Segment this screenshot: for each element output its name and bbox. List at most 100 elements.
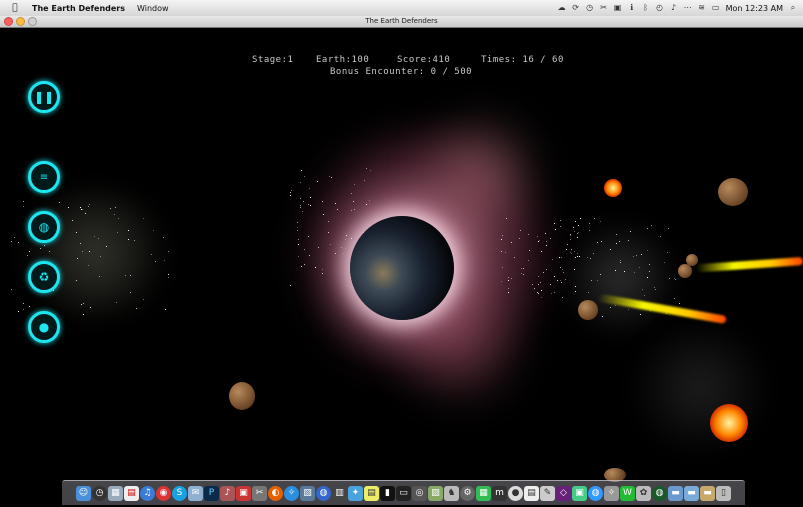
film-icon[interactable]: ▥: [332, 485, 347, 501]
star-speck: [573, 231, 575, 233]
time-machine-icon[interactable]: ◴: [656, 4, 664, 12]
star-speck: [659, 235, 661, 237]
clock-icon[interactable]: ◷: [586, 4, 594, 12]
bluetooth-icon[interactable]: ᛒ: [642, 4, 650, 12]
image-icon[interactable]: ▨: [428, 485, 443, 501]
tools-icon[interactable]: ✂: [600, 4, 608, 12]
downloads-folder-icon[interactable]: ▬: [700, 485, 715, 501]
activity-icon[interactable]: W: [620, 485, 635, 501]
pause-icon: ❚❚: [33, 90, 55, 104]
weapon-button-2[interactable]: ◍: [28, 211, 60, 243]
star-speck: [576, 255, 578, 257]
notes-icon[interactable]: ▤: [364, 485, 379, 501]
star-speck: [115, 207, 117, 209]
vs-icon[interactable]: ◇: [556, 485, 571, 501]
monitor-app-icon[interactable]: ▭: [396, 485, 411, 501]
trash-icon[interactable]: ▯: [716, 485, 731, 501]
chrome-icon[interactable]: ◉: [156, 485, 171, 501]
weapon-button-3[interactable]: ♻: [28, 261, 60, 293]
game-icon[interactable]: ♞: [444, 485, 459, 501]
pen-icon[interactable]: ✎: [540, 485, 555, 501]
scissors-icon[interactable]: ✂: [252, 485, 267, 501]
safari-icon[interactable]: ✧: [284, 485, 299, 501]
apple-menu-icon[interactable]: : [8, 3, 22, 13]
terminal-icon[interactable]: ▮: [380, 485, 395, 501]
skype-icon[interactable]: S: [172, 485, 187, 501]
star-speck: [297, 230, 299, 232]
weapon-button-4[interactable]: ●: [28, 311, 60, 343]
minimize-window-button[interactable]: [16, 17, 25, 26]
shield-icon: ●: [38, 320, 50, 334]
asteroid[interactable]: [578, 300, 598, 320]
window-title-bar: The Earth Defenders: [0, 16, 803, 28]
camera-icon[interactable]: ◎: [412, 485, 427, 501]
tools-app-icon[interactable]: ✧: [604, 485, 619, 501]
documents-folder-icon[interactable]: ▬: [684, 485, 699, 501]
mail-icon[interactable]: ✉: [188, 485, 203, 501]
photos-icon[interactable]: ▧: [300, 485, 315, 501]
star-speck: [142, 218, 144, 220]
widget-icon[interactable]: ▦: [476, 485, 491, 501]
earth-planet[interactable]: [350, 216, 454, 320]
recycle-icon: ♻: [38, 270, 50, 284]
battery-icon[interactable]: ▭: [712, 4, 720, 12]
info-icon[interactable]: ℹ: [628, 4, 636, 12]
weapon-button-1[interactable]: ≡: [28, 161, 60, 193]
document-icon[interactable]: ▤: [524, 485, 539, 501]
asteroid[interactable]: [678, 264, 692, 278]
spotlight-icon[interactable]: ⌕: [789, 4, 797, 12]
itunes-icon[interactable]: ♫: [140, 485, 155, 501]
wifi-icon[interactable]: ≋: [698, 4, 706, 12]
globe-icon[interactable]: ◍: [316, 485, 331, 501]
fireball[interactable]: [604, 179, 622, 197]
star-speck: [564, 279, 566, 281]
star-speck: [350, 237, 352, 239]
cloud-icon[interactable]: ☁: [558, 4, 566, 12]
asteroid[interactable]: [718, 178, 748, 206]
star-speck: [106, 246, 108, 248]
asteroid[interactable]: [686, 254, 698, 266]
star-speck: [502, 266, 504, 268]
ball-icon[interactable]: ●: [508, 485, 523, 501]
star-speck: [40, 248, 42, 250]
maps-icon[interactable]: ▣: [572, 485, 587, 501]
star-speck: [321, 268, 323, 270]
star-speck: [330, 177, 332, 179]
sync-icon[interactable]: ⟳: [572, 4, 580, 12]
pause-button[interactable]: ❚❚: [28, 81, 60, 113]
firefox-icon[interactable]: ◐: [268, 485, 283, 501]
star-speck: [27, 255, 29, 257]
star-speck: [11, 288, 13, 290]
browser-icon[interactable]: ◍: [588, 485, 603, 501]
preview-icon[interactable]: ▦: [108, 485, 123, 501]
monitor-icon[interactable]: ▣: [614, 4, 622, 12]
close-window-button[interactable]: [4, 17, 13, 26]
game-canvas[interactable]: Stage:1 Earth:100 Score:410 Times: 16 / …: [0, 28, 803, 507]
star-speck: [601, 241, 603, 243]
finder-icon[interactable]: ☺: [76, 485, 91, 501]
more-icon[interactable]: ⋯: [684, 4, 692, 12]
globe-app-icon[interactable]: ◍: [652, 485, 667, 501]
guitar-icon[interactable]: ♪: [220, 485, 235, 501]
menu-clock[interactable]: Mon 12:23 AM: [726, 4, 783, 13]
window-title: The Earth Defenders: [365, 17, 438, 25]
star-speck: [561, 268, 563, 270]
calendar-icon[interactable]: ▤: [124, 485, 139, 501]
asteroid[interactable]: [229, 382, 255, 410]
settings-icon[interactable]: ⚙: [460, 485, 475, 501]
zoom-window-button[interactable]: [28, 17, 37, 26]
app-menu-name[interactable]: The Earth Defenders: [32, 4, 125, 13]
app-icon[interactable]: ✦: [348, 485, 363, 501]
star-speck: [88, 205, 90, 207]
applications-folder-icon[interactable]: ▬: [668, 485, 683, 501]
volume-icon[interactable]: ♪: [670, 4, 678, 12]
star-speck: [628, 309, 630, 311]
utility-icon[interactable]: ▣: [236, 485, 251, 501]
media-icon[interactable]: m: [492, 485, 507, 501]
star-speck: [570, 248, 572, 250]
photoshop-icon[interactable]: P: [204, 485, 219, 501]
menu-window[interactable]: Window: [137, 4, 169, 13]
star-speck: [133, 240, 135, 242]
dashboard-icon[interactable]: ◷: [92, 485, 107, 501]
puzzle-icon[interactable]: ✿: [636, 485, 651, 501]
